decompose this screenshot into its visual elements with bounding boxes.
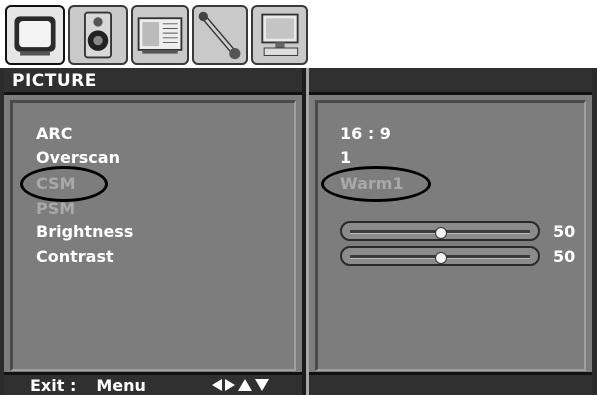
footer-bar-right	[309, 372, 592, 395]
footer-bar: Exit : Menu	[4, 372, 302, 395]
clock-icon	[137, 17, 183, 54]
arrow-down-icon	[255, 379, 269, 391]
wrench-icon	[198, 11, 241, 60]
tab-setup[interactable]	[192, 5, 248, 65]
arrow-left-icon	[212, 379, 222, 391]
brightness-value: 50	[553, 222, 576, 241]
page-title: PICTURE	[12, 71, 97, 91]
header-bar: PICTURE	[4, 68, 302, 95]
footer-help: Exit : Menu	[30, 376, 146, 395]
menu-tabs	[0, 0, 310, 68]
arrow-right-icon	[225, 379, 235, 391]
navigation-arrows	[212, 379, 269, 393]
tv-icon	[14, 16, 56, 56]
menu-item-contrast[interactable]: Contrast	[36, 247, 114, 266]
menu-item-arc[interactable]: ARC	[36, 124, 72, 143]
arc-value: 16 : 9	[340, 124, 391, 143]
menu-item-overscan[interactable]: Overscan	[36, 148, 120, 167]
menu-item-psm[interactable]: PSM	[36, 199, 75, 218]
tab-time[interactable]	[131, 5, 189, 65]
tab-picture[interactable]	[5, 5, 65, 65]
contrast-value: 50	[553, 247, 576, 266]
tab-sound[interactable]	[68, 5, 128, 65]
arrow-up-icon	[238, 379, 252, 391]
brightness-slider-knob[interactable]	[435, 227, 447, 239]
speaker-icon	[84, 11, 112, 59]
menu-item-csm[interactable]: CSM	[36, 174, 75, 193]
brightness-slider[interactable]	[340, 221, 540, 241]
menu-item-brightness[interactable]: Brightness	[36, 222, 133, 241]
footer-menu-key: Menu	[96, 376, 146, 395]
contrast-slider-knob[interactable]	[435, 252, 447, 264]
tab-pc[interactable]	[251, 5, 308, 65]
pc-monitor-icon	[261, 13, 299, 56]
header-bar-right	[309, 68, 592, 95]
contrast-slider[interactable]	[340, 246, 540, 266]
footer-exit-label: Exit :	[30, 376, 77, 395]
csm-value: Warm1	[340, 174, 404, 193]
overscan-value: 1	[340, 148, 352, 167]
